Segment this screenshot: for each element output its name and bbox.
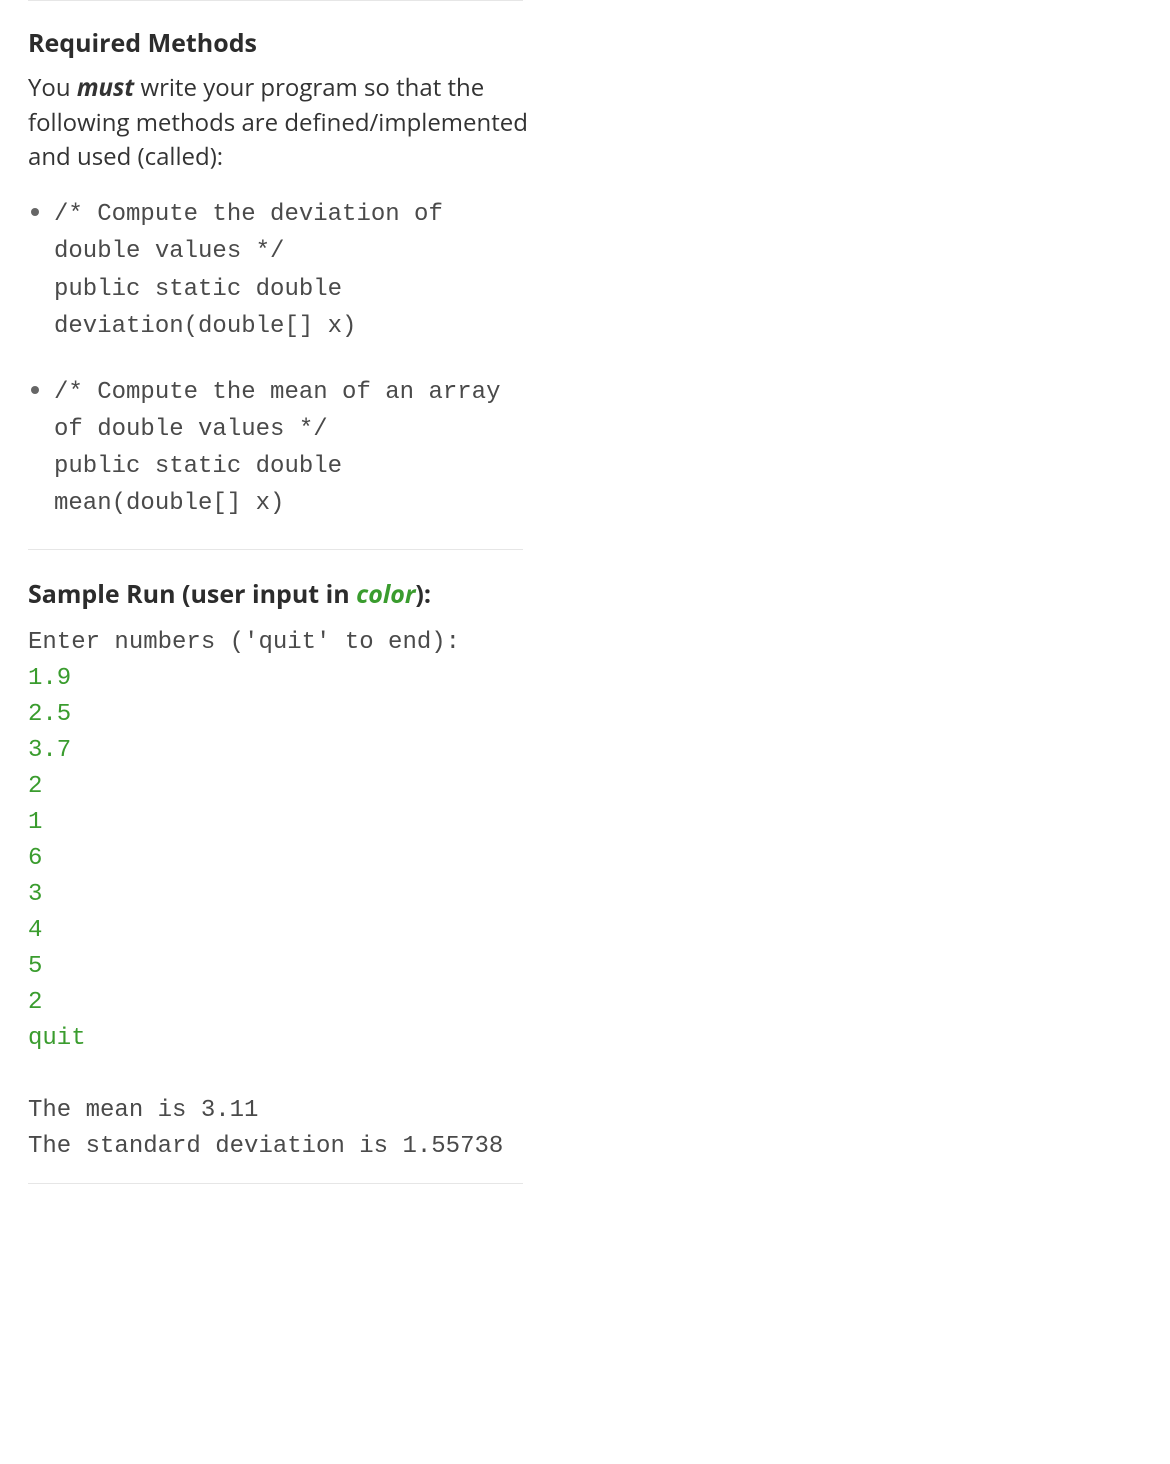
method-list: /* Compute the deviation of double value… bbox=[28, 193, 530, 523]
run-input-5: 6 bbox=[28, 845, 42, 872]
run-input-4: 1 bbox=[28, 809, 42, 836]
run-input-7: 4 bbox=[28, 917, 42, 944]
intro-prefix: You bbox=[28, 71, 77, 104]
run-input-1: 2.5 bbox=[28, 701, 71, 728]
top-divider bbox=[28, 0, 523, 1]
method-item-deviation: /* Compute the deviation of double value… bbox=[54, 193, 530, 345]
run-input-quit: quit bbox=[28, 1025, 86, 1052]
sample-heading-prefix: Sample Run (user input in bbox=[28, 577, 356, 611]
sample-heading-color-word: color bbox=[356, 577, 415, 611]
sample-run-block: Enter numbers ('quit' to end): 1.9 2.5 3… bbox=[28, 625, 530, 1165]
mid-divider bbox=[28, 549, 523, 550]
run-input-6: 3 bbox=[28, 881, 42, 908]
run-input-3: 2 bbox=[28, 773, 42, 800]
run-input-9: 2 bbox=[28, 989, 42, 1016]
run-input-0: 1.9 bbox=[28, 665, 71, 692]
run-output-stddev: The standard deviation is 1.55738 bbox=[28, 1133, 503, 1160]
intro-paragraph: You must write your program so that the … bbox=[28, 71, 530, 175]
bottom-divider bbox=[28, 1183, 523, 1184]
document-content: Required Methods You must write your pro… bbox=[0, 27, 530, 1165]
method-item-mean: /* Compute the mean of an array of doubl… bbox=[54, 371, 530, 523]
run-input-8: 5 bbox=[28, 953, 42, 980]
required-methods-heading: Required Methods bbox=[28, 27, 530, 61]
run-input-2: 3.7 bbox=[28, 737, 71, 764]
intro-must: must bbox=[77, 71, 134, 104]
sample-run-heading: Sample Run (user input in color): bbox=[28, 576, 530, 614]
run-prompt: Enter numbers ('quit' to end): bbox=[28, 629, 460, 656]
sample-heading-suffix: ): bbox=[415, 577, 431, 611]
run-output-mean: The mean is 3.11 bbox=[28, 1097, 258, 1124]
